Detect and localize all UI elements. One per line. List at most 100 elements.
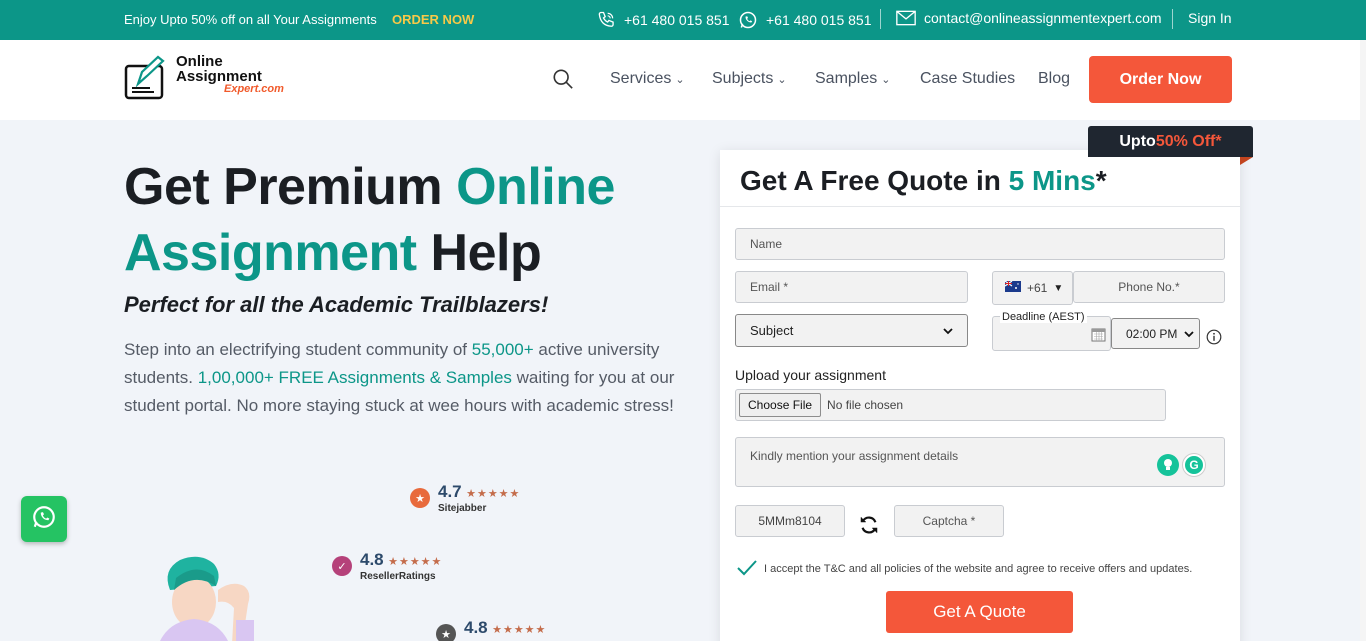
rating-stars: ★★★★★	[466, 488, 521, 500]
deadline-label: Deadline (AEST)	[1000, 311, 1087, 323]
rating-site-name: ResellerRatings	[360, 571, 436, 582]
name-field[interactable]: Name	[735, 228, 1225, 260]
hero-body-text: Step into an electrifying student commun…	[124, 340, 472, 359]
phone-field[interactable]: Phone No.*	[1073, 271, 1225, 303]
rating-stars: ★★★★★	[492, 624, 547, 636]
nav-case-studies[interactable]: Case Studies	[920, 70, 1015, 88]
australia-flag-icon	[1004, 280, 1021, 295]
lightbulb-icon	[1157, 454, 1179, 476]
subject-select-value: Subject	[750, 323, 794, 338]
chevron-down-icon	[943, 323, 953, 338]
hero-description: Step into an electrifying student commun…	[124, 336, 684, 420]
hero-title: Get Premium Online Assignment Help	[124, 154, 615, 286]
nav-services-label: Services	[610, 70, 672, 87]
hero-title-part: Help	[416, 224, 542, 282]
phone-icon	[596, 10, 616, 30]
nav-services[interactable]: Services ⌄	[610, 70, 685, 88]
quote-form-title: Get A Free Quote in 5 Mins*	[740, 165, 1107, 197]
topbar-divider	[1172, 9, 1173, 29]
topbar-order-now-link[interactable]: ORDER NOW	[392, 12, 474, 27]
form-title-part: Get A Free Quote in	[740, 165, 1009, 196]
rating-score: 4.7	[438, 482, 462, 501]
time-select[interactable]: 02:00 PM	[1111, 318, 1200, 349]
chevron-down-icon: ⌄	[675, 73, 685, 86]
caret-down-icon: ▼	[1053, 282, 1064, 294]
choose-file-button[interactable]: Choose File	[739, 393, 822, 417]
no-file-text: No file chosen	[827, 398, 904, 412]
calendar-icon	[1091, 327, 1106, 345]
phone-link-1[interactable]: +61 480 015 851	[596, 10, 730, 30]
nav-blog-label: Blog	[1038, 70, 1071, 87]
hero-tagline: Perfect for all the Academic Trailblazer…	[124, 292, 549, 317]
phone-number-1: +61 480 015 851	[624, 12, 730, 28]
hero-title-highlight: Online	[456, 158, 615, 216]
country-code-value: +61	[1027, 281, 1048, 295]
main-header: Online Assignment Expert.com Services ⌄ S…	[0, 40, 1366, 120]
rating-resellerratings: ✓ 4.8 ★★★★★ ResellerRatings	[332, 550, 442, 582]
email-link[interactable]: contact@onlineassignmentexpert.com	[896, 10, 1162, 26]
info-icon[interactable]	[1206, 329, 1222, 350]
hero-title-part: Get Premium	[124, 158, 457, 216]
grammarly-widget[interactable]: G	[1157, 454, 1205, 476]
rating-sitejabber: ★ 4.7 ★★★★★ Sitejabber	[410, 482, 520, 514]
refresh-captcha-icon[interactable]	[858, 514, 880, 541]
hero-body-highlight[interactable]: 1,00,000+ FREE Assignments & Samples	[198, 368, 512, 387]
star-badge-icon: ★	[410, 488, 430, 508]
chevron-down-icon: ⌄	[777, 73, 787, 86]
notebook-pen-icon	[124, 54, 168, 107]
rating-score: 4.8	[464, 618, 488, 637]
time-select-value: 02:00 PM	[1126, 326, 1178, 341]
captcha-code: 5MMm8104	[735, 505, 845, 537]
rating-site-name: Sitejabber	[438, 503, 487, 514]
hero-body-highlight: 55,000+	[471, 340, 534, 359]
nav-samples[interactable]: Samples ⌄	[815, 70, 890, 88]
nav-case-studies-label: Case Studies	[920, 70, 1016, 87]
discount-tag: Upto 50% Off*	[1088, 126, 1253, 157]
sign-in-link[interactable]: Sign In	[1188, 10, 1232, 26]
mail-icon	[896, 10, 916, 26]
student-illustration	[140, 550, 280, 641]
rating-score: 4.8	[360, 550, 384, 569]
country-code-select[interactable]: +61 ▼	[992, 271, 1073, 305]
top-bar: Enjoy Upto 50% off on all Your Assignmen…	[0, 0, 1366, 40]
captcha-input[interactable]: Captcha *	[894, 505, 1004, 537]
email-address: contact@onlineassignmentexpert.com	[924, 10, 1162, 26]
discount-prefix: Upto	[1119, 132, 1156, 150]
chevron-down-icon: ⌄	[881, 73, 891, 86]
quote-form-header: Get A Free Quote in 5 Mins*	[720, 150, 1240, 207]
form-title-part: *	[1095, 165, 1107, 196]
file-upload-field[interactable]: Choose File No file chosen	[735, 389, 1166, 421]
scrollbar[interactable]	[1360, 40, 1366, 641]
topbar-divider	[880, 9, 881, 29]
email-field[interactable]: Email *	[735, 271, 968, 303]
whatsapp-phone-link[interactable]: +61 480 015 851	[738, 10, 872, 30]
assignment-details-textarea[interactable]: Kindly mention your assignment details	[735, 437, 1225, 487]
site-logo[interactable]: Online Assignment Expert.com	[124, 54, 284, 107]
logo-text: Online Assignment Expert.com	[176, 54, 284, 95]
check-badge-icon: ✓	[332, 556, 352, 576]
nav-samples-label: Samples	[815, 70, 878, 87]
nav-subjects[interactable]: Subjects ⌄	[712, 70, 787, 88]
get-a-quote-button[interactable]: Get A Quote	[886, 591, 1073, 633]
discount-tag-fold	[1240, 157, 1253, 165]
form-title-highlight: 5 Mins	[1008, 165, 1096, 196]
nav-blog[interactable]: Blog	[1038, 70, 1070, 88]
whatsapp-chat-button[interactable]	[21, 496, 67, 542]
chevron-down-icon	[1184, 327, 1194, 341]
rating-third: ★ 4.8 ★★★★★	[436, 618, 546, 641]
order-now-button[interactable]: Order Now	[1089, 56, 1232, 103]
subject-select[interactable]: Subject	[735, 314, 968, 347]
star-badge-icon: ★	[436, 624, 456, 641]
whatsapp-small-icon	[738, 10, 758, 30]
upload-label: Upload your assignment	[735, 367, 886, 383]
search-icon[interactable]	[552, 68, 574, 95]
grammarly-icon: G	[1183, 454, 1205, 476]
discount-value: 50% Off*	[1155, 132, 1222, 150]
phone-number-2: +61 480 015 851	[766, 12, 872, 28]
rating-stars: ★★★★★	[388, 556, 443, 568]
logo-line-3: Expert.com	[224, 83, 284, 95]
terms-checkbox[interactable]	[736, 558, 758, 583]
terms-text: I accept the T&C and all policies of the…	[764, 563, 1193, 575]
nav-subjects-label: Subjects	[712, 70, 774, 87]
promo-text: Enjoy Upto 50% off on all Your Assignmen…	[124, 12, 377, 27]
